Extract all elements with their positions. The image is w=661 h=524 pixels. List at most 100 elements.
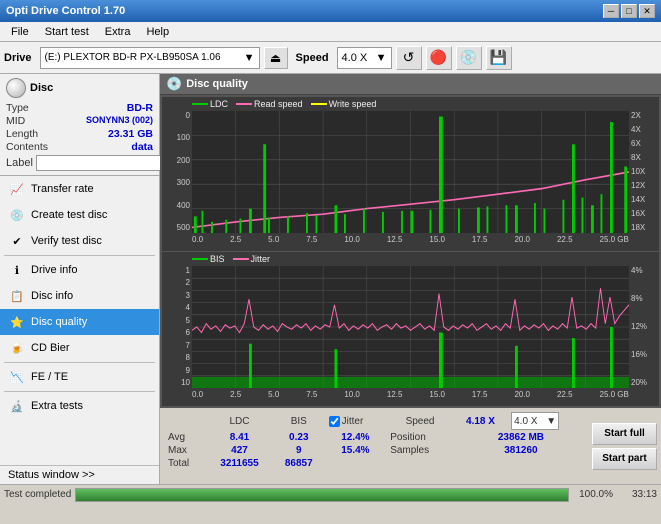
menu-help[interactable]: Help [139, 23, 176, 41]
jitter-checkbox[interactable] [329, 416, 340, 427]
create-test-disc-icon: 💿 [9, 207, 25, 223]
stats-max-row: Max 427 9 15.4% Samples 381260 [164, 444, 588, 457]
fe-te-icon: 📉 [9, 369, 25, 385]
speed-select-stats[interactable]: 4.0 X ▼ [511, 412, 559, 430]
disc-icon [6, 78, 26, 98]
disc-label-key: Label [6, 157, 33, 169]
legend-read-speed: Read speed [236, 99, 303, 109]
disc-length-label: Length [6, 128, 38, 140]
nav-disc-info-label: Disc info [31, 290, 73, 302]
position-label: Position [386, 431, 454, 444]
status-bar: Test completed 100.0% 33:13 [0, 484, 661, 504]
menu-start-test[interactable]: Start test [38, 23, 96, 41]
col-header-empty [164, 411, 206, 431]
charts-container: LDC Read speed Write speed 500 400 300 [160, 95, 661, 408]
disc-mid-label: MID [6, 115, 25, 127]
total-jitter [325, 457, 387, 470]
legend-bis-label: BIS [210, 254, 225, 264]
legend-bis-color [192, 258, 208, 260]
drive-select[interactable]: (E:) PLEXTOR BD-R PX-LB950SA 1.06 ▼ [40, 47, 260, 69]
speed-label: Speed [296, 52, 329, 64]
samples-label: Samples [386, 444, 454, 457]
nav-extra-tests-label: Extra tests [31, 400, 83, 412]
chart-ldc: LDC Read speed Write speed 500 400 300 [162, 97, 659, 251]
menu-file[interactable]: File [4, 23, 36, 41]
total-label: Total [164, 457, 206, 470]
nav-verify-test-disc[interactable]: ✔ Verify test disc [0, 228, 159, 254]
nav-cd-bier-label: CD Bier [31, 342, 70, 354]
speed-select[interactable]: 4.0 X ▼ [337, 47, 392, 69]
nav-extra-tests[interactable]: 🔬 Extra tests [0, 393, 159, 419]
legend-write-color [311, 103, 327, 105]
total-bis: 86857 [273, 457, 325, 470]
eject-button[interactable]: ⏏ [264, 47, 288, 69]
title-bar: Opti Drive Control 1.70 ─ □ ✕ [0, 0, 661, 22]
disc-length-row: Length 23.31 GB [6, 128, 153, 140]
disc-contents-label: Contents [6, 141, 48, 153]
disc-type-value: BD-R [127, 102, 153, 114]
nav-fe-te[interactable]: 📉 FE / TE [0, 364, 159, 390]
nav-fe-te-label: FE / TE [31, 371, 68, 383]
toolbar: Drive (E:) PLEXTOR BD-R PX-LB950SA 1.06 … [0, 42, 661, 74]
disc-contents-value: data [131, 141, 153, 153]
nav-drive-info[interactable]: ℹ Drive info [0, 257, 159, 283]
disc-mid-row: MID SONYNN3 (002) [6, 115, 153, 127]
legend-jitter-color [233, 258, 249, 260]
cd-bier-icon: 🍺 [9, 340, 25, 356]
chart-ldc-legend: LDC Read speed Write speed [192, 99, 376, 109]
content-area: 💿 Disc quality LDC Read speed [160, 74, 661, 484]
chart-ldc-area [192, 111, 629, 233]
disc-panel: Disc Type BD-R MID SONYNN3 (002) Length … [0, 74, 159, 176]
status-window-button[interactable]: Status window >> [0, 465, 159, 484]
col-header-jitter-check: Jitter [325, 411, 387, 431]
nav-divider-2 [4, 362, 155, 363]
main-layout: Disc Type BD-R MID SONYNN3 (002) Length … [0, 74, 661, 484]
sidebar: Disc Type BD-R MID SONYNN3 (002) Length … [0, 74, 160, 484]
disc-length-value: 23.31 GB [108, 128, 153, 140]
extra-tests-icon: 🔬 [9, 398, 25, 414]
disc-type-label: Type [6, 102, 29, 114]
window-controls: ─ □ ✕ [603, 4, 655, 18]
chart-bis-x-axis: 0.0 2.5 5.0 7.5 10.0 12.5 15.0 17.5 20.0… [192, 388, 629, 406]
refresh-button[interactable]: ↺ [396, 46, 422, 70]
legend-bis: BIS [192, 254, 225, 264]
disc-type-row: Type BD-R [6, 102, 153, 114]
chart-bis-area [192, 266, 629, 388]
disc-header: Disc [6, 78, 153, 98]
position-value: 23862 MB [454, 431, 588, 444]
disc-label-input[interactable] [36, 155, 174, 171]
chart-bis-legend: BIS Jitter [192, 254, 270, 264]
nav-transfer-rate[interactable]: 📈 Transfer rate [0, 176, 159, 202]
nav-create-test-disc[interactable]: 💿 Create test disc [0, 202, 159, 228]
legend-jitter-label: Jitter [251, 254, 271, 264]
disc-contents-row: Contents data [6, 141, 153, 153]
media-button[interactable]: 💿 [456, 46, 482, 70]
start-part-button[interactable]: Start part [592, 448, 657, 470]
nav-disc-info[interactable]: 📋 Disc info [0, 283, 159, 309]
save-button[interactable]: 💾 [486, 46, 512, 70]
stats-table: LDC BIS Jitter Speed 4.18 X [164, 411, 588, 481]
col-header-bis: BIS [273, 411, 325, 431]
col-header-speed-sel: 4.0 X ▼ [507, 411, 588, 431]
drive-label: Drive [4, 52, 32, 64]
menu-extra[interactable]: Extra [98, 23, 138, 41]
drive-info-icon: ℹ [9, 262, 25, 278]
col-header-ldc: LDC [206, 411, 273, 431]
status-time: 33:13 [617, 489, 657, 500]
burn-button[interactable]: 🔴 [426, 46, 452, 70]
start-full-button[interactable]: Start full [592, 423, 657, 445]
nav-disc-quality[interactable]: ⭐ Disc quality [0, 309, 159, 335]
close-button[interactable]: ✕ [639, 4, 655, 18]
legend-jitter: Jitter [233, 254, 271, 264]
disc-info-icon: 📋 [9, 288, 25, 304]
nav-divider-3 [4, 391, 155, 392]
minimize-button[interactable]: ─ [603, 4, 619, 18]
legend-read-color [236, 103, 252, 105]
maximize-button[interactable]: □ [621, 4, 637, 18]
nav-verify-test-disc-label: Verify test disc [31, 235, 102, 247]
nav-items: 📈 Transfer rate 💿 Create test disc ✔ Ver… [0, 176, 159, 465]
status-text: Test completed [4, 489, 71, 500]
nav-cd-bier[interactable]: 🍺 CD Bier [0, 335, 159, 361]
legend-write-label: Write speed [329, 99, 377, 109]
legend-read-label: Read speed [254, 99, 303, 109]
